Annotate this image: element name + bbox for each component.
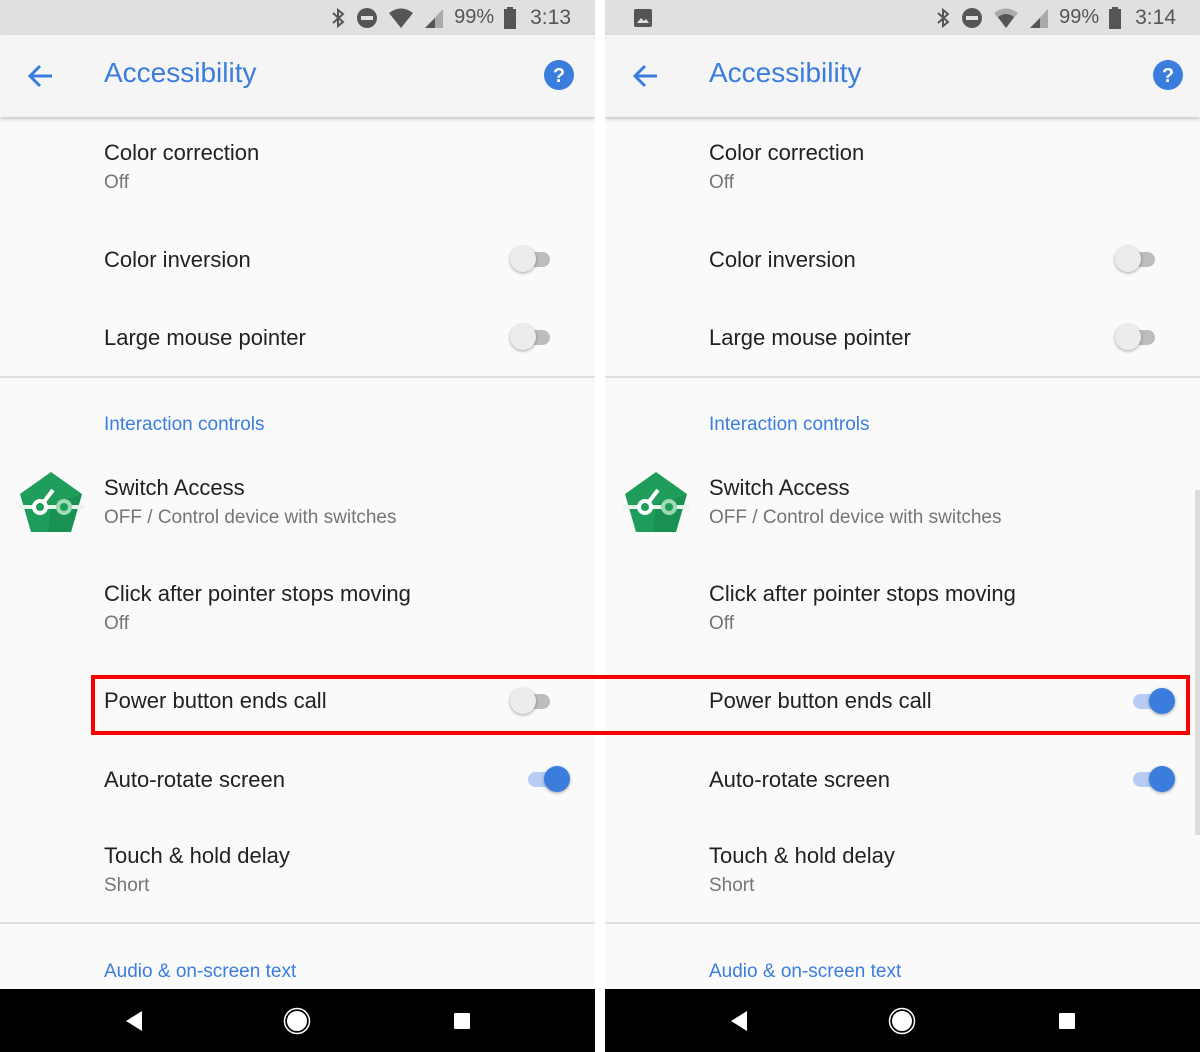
page-title: Accessibility [104, 57, 257, 88]
setting-summary: Off [104, 613, 129, 634]
svg-text:?: ? [1162, 65, 1174, 87]
app-bar: Accessibility ? [605, 35, 1200, 117]
arrow-back-icon[interactable] [631, 61, 661, 91]
setting-title: Touch & hold delay [709, 843, 895, 868]
setting-summary: Off [709, 613, 734, 634]
clock: 3:14 [1135, 5, 1176, 29]
divider [0, 376, 595, 378]
navigation-bar [605, 989, 1200, 1052]
setting-click-after-pointer-stops[interactable]: Click after pointer stops moving Off [0, 571, 595, 651]
battery-icon [1109, 6, 1122, 29]
help-icon[interactable]: ? [543, 59, 575, 91]
arrow-back-icon[interactable] [26, 61, 56, 91]
setting-title: Auto-rotate screen [104, 767, 285, 792]
cell-signal-icon [425, 8, 444, 28]
power-button-ends-call-toggle[interactable] [508, 686, 558, 716]
setting-title: Click after pointer stops moving [104, 581, 411, 606]
color-inversion-toggle[interactable] [1113, 244, 1163, 274]
setting-title: Power button ends call [104, 688, 327, 713]
setting-switch-access[interactable]: Switch Access OFF / Control device with … [0, 465, 595, 545]
setting-title: Auto-rotate screen [709, 767, 890, 792]
divider [605, 376, 1200, 378]
bluetooth-icon [332, 7, 345, 28]
setting-summary: OFF / Control device with switches [709, 507, 1002, 528]
svg-text:?: ? [553, 65, 565, 87]
setting-touch-hold-delay[interactable]: Touch & hold delay Short [0, 833, 595, 913]
auto-rotate-toggle[interactable] [520, 764, 570, 794]
setting-title: Large mouse pointer [709, 325, 911, 350]
setting-power-button-ends-call[interactable]: Power button ends call [0, 672, 595, 732]
setting-title: Color inversion [104, 247, 251, 272]
status-bar: 99% 3:13 [0, 0, 595, 35]
battery-percent: 99% [454, 6, 495, 28]
do-not-disturb-icon [357, 7, 378, 28]
setting-summary: OFF / Control device with switches [104, 507, 397, 528]
status-bar: 99% 3:14 [605, 0, 1200, 35]
wifi-icon [994, 8, 1019, 28]
nav-recents-icon[interactable] [1053, 1007, 1081, 1035]
setting-color-inversion[interactable]: Color inversion [605, 230, 1200, 290]
wifi-icon [389, 8, 414, 28]
setting-title: Power button ends call [709, 688, 932, 713]
image-icon [634, 9, 652, 27]
setting-title: Switch Access [104, 475, 245, 500]
color-inversion-toggle[interactable] [508, 244, 558, 274]
nav-recents-icon[interactable] [448, 1007, 476, 1035]
navigation-bar [0, 989, 595, 1052]
nav-back-icon[interactable] [120, 1007, 148, 1035]
setting-auto-rotate-screen[interactable]: Auto-rotate screen [605, 750, 1200, 810]
setting-title: Color correction [104, 140, 260, 165]
scrollbar[interactable] [1195, 490, 1200, 835]
setting-color-correction[interactable]: Color correction Off [605, 130, 1200, 210]
setting-summary: Off [104, 172, 129, 193]
large-pointer-toggle[interactable] [1113, 322, 1163, 352]
phone-screen-after: 99% 3:14 Accessibility ? Color correctio… [605, 0, 1200, 1052]
section-header-audio: Audio & on-screen text [709, 961, 902, 982]
nav-home-icon[interactable] [888, 1007, 916, 1035]
help-icon[interactable]: ? [1152, 59, 1184, 91]
section-header-interaction: Interaction controls [709, 414, 870, 435]
setting-large-mouse-pointer[interactable]: Large mouse pointer [0, 308, 595, 368]
setting-touch-hold-delay[interactable]: Touch & hold delay Short [605, 833, 1200, 913]
setting-title: Color correction [709, 140, 865, 165]
app-bar: Accessibility ? [0, 35, 595, 117]
bluetooth-icon [937, 7, 950, 28]
cell-signal-icon [1030, 8, 1049, 28]
page-title: Accessibility [709, 57, 862, 88]
setting-title: Touch & hold delay [104, 843, 290, 868]
power-button-ends-call-toggle[interactable] [1125, 686, 1175, 716]
setting-color-correction[interactable]: Color correction Off [0, 130, 595, 210]
nav-back-icon[interactable] [725, 1007, 753, 1035]
battery-percent: 99% [1059, 6, 1100, 28]
large-pointer-toggle[interactable] [508, 322, 558, 352]
setting-title: Color inversion [709, 247, 856, 272]
phone-screen-before: 99% 3:13 Accessibility ? Color correctio… [0, 0, 595, 1052]
setting-click-after-pointer-stops[interactable]: Click after pointer stops moving Off [605, 571, 1200, 651]
section-header-interaction: Interaction controls [104, 414, 265, 435]
setting-switch-access[interactable]: Switch Access OFF / Control device with … [605, 465, 1200, 545]
setting-color-inversion[interactable]: Color inversion [0, 230, 595, 290]
setting-summary: Off [709, 172, 734, 193]
auto-rotate-toggle[interactable] [1125, 764, 1175, 794]
divider [0, 922, 595, 924]
setting-summary: Short [709, 875, 755, 896]
section-header-audio: Audio & on-screen text [104, 961, 297, 982]
battery-icon [504, 6, 517, 29]
nav-home-icon[interactable] [283, 1007, 311, 1035]
divider [605, 922, 1200, 924]
setting-title: Switch Access [709, 475, 850, 500]
setting-title: Large mouse pointer [104, 325, 306, 350]
setting-power-button-ends-call[interactable]: Power button ends call [605, 672, 1200, 732]
setting-large-mouse-pointer[interactable]: Large mouse pointer [605, 308, 1200, 368]
setting-title: Click after pointer stops moving [709, 581, 1016, 606]
clock: 3:13 [530, 5, 571, 29]
setting-auto-rotate-screen[interactable]: Auto-rotate screen [0, 750, 595, 810]
do-not-disturb-icon [962, 7, 983, 28]
setting-summary: Short [104, 875, 150, 896]
